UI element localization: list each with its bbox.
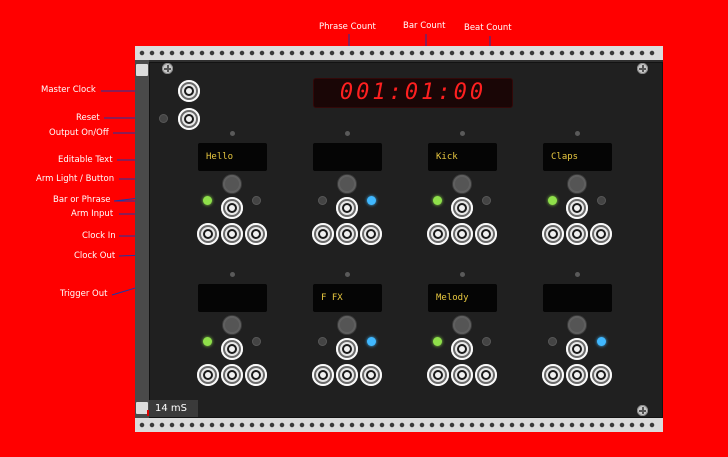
clock-out-label: Clock Out [74, 251, 116, 261]
bar-count-label: Bar Count [403, 21, 446, 31]
reset-label: Reset [76, 113, 100, 123]
master-clock-jack[interactable] [178, 80, 200, 102]
bar-or-phrase-button[interactable] [548, 196, 557, 205]
clock-in-jack[interactable] [427, 364, 449, 386]
bar-or-phrase-button[interactable] [203, 196, 212, 205]
output-on-off-indicator[interactable] [345, 131, 350, 136]
clock-in-label: Clock In [82, 231, 116, 241]
arm-button[interactable] [223, 316, 241, 334]
output-on-off-indicator[interactable] [575, 131, 580, 136]
arm-light [252, 337, 261, 346]
beat-count-label: Beat Count [464, 23, 512, 33]
clock-out-jack[interactable] [221, 364, 243, 386]
reset-button[interactable] [159, 114, 168, 123]
arm-light [367, 196, 376, 205]
arm-light [482, 196, 491, 205]
arm-input-jack[interactable] [336, 338, 358, 360]
clock-out-jack[interactable] [451, 364, 473, 386]
master-clock-label: Master Clock [41, 85, 96, 95]
arm-light [597, 196, 606, 205]
editable-text-display[interactable]: Melody [428, 284, 497, 312]
trigger-out-label: Trigger Out [60, 289, 108, 299]
output-on-off-indicator[interactable] [345, 272, 350, 277]
arm-light [252, 196, 261, 205]
arm-button[interactable] [453, 175, 471, 193]
trigger-out-jack[interactable] [590, 223, 612, 245]
editable-text-display[interactable]: F FX [313, 284, 382, 312]
arm-light-button-label: Arm Light / Button [36, 174, 115, 184]
arm-button[interactable] [223, 175, 241, 193]
output-on-off-indicator[interactable] [230, 272, 235, 277]
phrase-count-label: Phrase Count [319, 22, 376, 32]
clock-in-jack[interactable] [427, 223, 449, 245]
clock-in-jack[interactable] [312, 223, 334, 245]
arm-button[interactable] [568, 316, 586, 334]
trigger-out-jack[interactable] [360, 223, 382, 245]
clock-out-jack[interactable] [336, 364, 358, 386]
bar-or-phrase-button[interactable] [433, 196, 442, 205]
editable-text-display[interactable]: Claps [543, 143, 612, 171]
clock-in-jack[interactable] [197, 364, 219, 386]
clock-in-jack[interactable] [197, 223, 219, 245]
arm-input-jack[interactable] [451, 338, 473, 360]
bar-or-phrase-button[interactable] [433, 337, 442, 346]
screw-icon [162, 63, 173, 74]
editable-text-display[interactable] [543, 284, 612, 312]
arm-input-jack[interactable] [566, 338, 588, 360]
clock-out-jack[interactable] [336, 223, 358, 245]
output-on-off-label: Output On/Off [49, 128, 109, 138]
bar-or-phrase-button[interactable] [203, 337, 212, 346]
editable-text-display[interactable]: Kick [428, 143, 497, 171]
output-on-off-indicator[interactable] [460, 272, 465, 277]
output-on-off-indicator[interactable] [460, 131, 465, 136]
arm-input-jack[interactable] [566, 197, 588, 219]
trigger-out-jack[interactable] [590, 364, 612, 386]
clock-in-jack[interactable] [312, 364, 334, 386]
bottom-rail [135, 418, 663, 432]
reset-jack[interactable] [178, 108, 200, 130]
screw-icon [637, 63, 648, 74]
arm-light [597, 337, 606, 346]
latency-readout: 14 mS [149, 400, 198, 417]
top-rail [135, 46, 663, 60]
clock-out-jack[interactable] [566, 223, 588, 245]
bar-or-phrase-button[interactable] [318, 196, 327, 205]
screw-icon [637, 405, 648, 416]
counter-display: 001:01:00 [313, 78, 513, 108]
trigger-out-jack[interactable] [475, 223, 497, 245]
arm-button[interactable] [338, 316, 356, 334]
editable-text-display[interactable] [198, 284, 267, 312]
arm-input-jack[interactable] [221, 338, 243, 360]
bar-or-phrase-button[interactable] [318, 337, 327, 346]
trigger-out-jack[interactable] [245, 364, 267, 386]
arm-input-jack[interactable] [451, 197, 473, 219]
trigger-out-jack[interactable] [360, 364, 382, 386]
arm-light [367, 337, 376, 346]
bar-or-phrase-button[interactable] [548, 337, 557, 346]
clock-out-jack[interactable] [221, 223, 243, 245]
arm-button[interactable] [338, 175, 356, 193]
arm-button[interactable] [568, 175, 586, 193]
editable-text-display[interactable]: Hello [198, 143, 267, 171]
bar-or-phrase-label: Bar or Phrase [53, 195, 111, 205]
editable-text-display[interactable] [313, 143, 382, 171]
trigger-out-jack[interactable] [475, 364, 497, 386]
output-on-off-indicator[interactable] [575, 272, 580, 277]
arm-light [482, 337, 491, 346]
left-rail [135, 60, 149, 418]
arm-input-jack[interactable] [221, 197, 243, 219]
editable-text-label: Editable Text [58, 155, 113, 165]
clock-in-jack[interactable] [542, 364, 564, 386]
arm-input-jack[interactable] [336, 197, 358, 219]
clock-in-jack[interactable] [542, 223, 564, 245]
trigger-out-jack[interactable] [245, 223, 267, 245]
clock-out-jack[interactable] [451, 223, 473, 245]
arm-input-label: Arm Input [71, 209, 114, 219]
arm-button[interactable] [453, 316, 471, 334]
output-on-off-indicator[interactable] [230, 131, 235, 136]
clock-out-jack[interactable] [566, 364, 588, 386]
